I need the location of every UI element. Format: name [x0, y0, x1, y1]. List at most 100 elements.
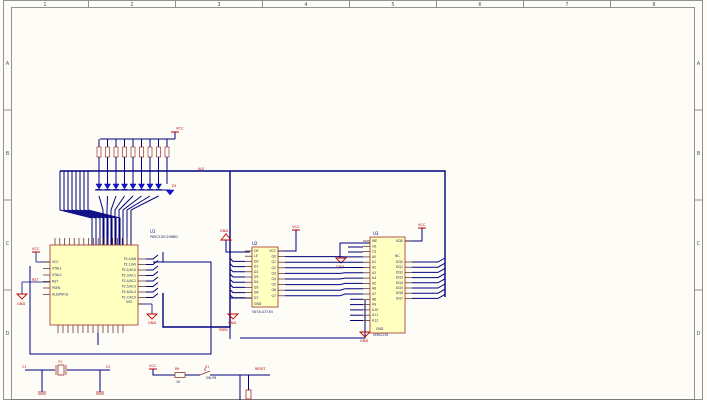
u3-pin-a9: A9: [372, 303, 376, 307]
u3-part: HM62256: [373, 333, 388, 337]
led-diode-icon: [130, 184, 136, 189]
p1-wire: [127, 196, 150, 245]
c1-label: C1: [22, 365, 26, 369]
frame-row-left-A: A: [6, 61, 10, 67]
led-diode-icon: [139, 184, 145, 189]
addr-lo-wire: [285, 278, 363, 279]
led-diode-icon: [105, 184, 111, 189]
gnd-label-u2: GND: [228, 321, 236, 325]
u3-pin-dq3: DQ3: [396, 276, 403, 280]
addr-hi-wire: [146, 266, 158, 270]
u3-pin-vdd: VDD: [396, 239, 404, 243]
u1-right-pins: P2.0/A8P2.1/A9P2.2/A10P2.3/A11P2.4/A12P2…: [122, 255, 158, 300]
s1-label: S1: [205, 365, 209, 369]
addr-hi-wire: [146, 261, 158, 265]
led-diode-icon: [147, 184, 153, 189]
u2-pin-d7: D7: [254, 296, 258, 300]
u3-pin-a1: A1: [372, 260, 376, 264]
gnd-symbol-u2-oe: GND: [220, 229, 250, 252]
gnd-label-u1: GND: [148, 321, 156, 325]
u2-pin-d4: D4: [254, 280, 258, 284]
u3-pin-a6: A6: [372, 287, 376, 291]
addr-lo-wire: [285, 289, 363, 291]
vcc-symbol-top: VCC: [171, 127, 184, 133]
u3-pin-a4: A4: [372, 276, 376, 280]
u2-pin-q7: Q7: [271, 294, 276, 298]
vcc-label-u2: VCC: [292, 225, 300, 229]
oscillator-circuit: Y1 C1 C2: [22, 360, 110, 394]
vcc-label-u1: VCC: [32, 247, 40, 251]
gnd-label-u2-oe: GND: [220, 229, 228, 233]
resistor: [106, 147, 110, 157]
u1-pin-psen: PSEN: [52, 286, 61, 290]
u2-pin-q6: Q6: [271, 288, 276, 292]
u2-pin-d0: D0: [254, 259, 258, 263]
u2-pin-vcc: VCC: [269, 249, 276, 253]
u3-pin-dq2: DQ2: [396, 270, 403, 274]
u1-pin-p2-5-a13: P2.5/A13: [122, 285, 136, 289]
u3-pin-a8: A8: [372, 297, 376, 301]
led-diode-icon: [166, 190, 174, 195]
schematic-sheet: 12345678AABBCCDD D1 VCC VCC: [0, 0, 707, 400]
d-bus-wire: [230, 279, 245, 282]
u2-latch: U2 SN74LS373N OELED0D1D2D3D4D5D6D7 VCCQ0…: [245, 241, 285, 314]
u1-pin-p2-6-a14: P2.6/A14: [122, 290, 136, 294]
u3-pin-oe: OE: [372, 244, 377, 248]
u3-pin-dq0: DQ0: [396, 260, 403, 264]
vcc-symbol-u2: VCC: [278, 225, 300, 251]
addr-hi-wire: [146, 288, 158, 292]
u2-pin-q3: Q3: [271, 271, 276, 275]
resistor: [123, 147, 127, 157]
vcc-symbol-u1: VCC: [32, 247, 50, 262]
u2-pin-d6: D6: [254, 291, 258, 295]
frame-row-left-D: D: [6, 331, 10, 337]
u2-part: SN74LS373N: [252, 310, 273, 314]
frame-row-right-D: D: [697, 331, 701, 337]
u2-pin-d5: D5: [254, 285, 258, 289]
u1-pin-xtal2: XTAL2: [52, 273, 62, 277]
u3-pin-a12: A12: [372, 319, 378, 323]
u1-vss-label: VSS: [126, 300, 132, 304]
u2-pin-le: LE: [254, 254, 258, 258]
p1-wire: [107, 196, 108, 245]
frame-col-2: 2: [130, 2, 133, 8]
frame-col-7: 7: [565, 2, 568, 8]
u1-pin-p2-1-a9: P2.1/A9: [124, 263, 136, 267]
u3-pin-a10: A10: [372, 308, 378, 312]
resistor: [131, 147, 135, 157]
resistor: [157, 147, 161, 157]
u2-gnd-label: GND: [254, 302, 262, 306]
addr-hi-wire: [146, 255, 158, 259]
addr-hi-wire: [146, 272, 158, 276]
u3-pin-dq6: DQ6: [396, 291, 403, 295]
u2-pin-q1: Q1: [271, 260, 276, 264]
u2-pin-q2: Q2: [271, 266, 276, 270]
u1-ref: U1: [150, 229, 156, 234]
resistor: [114, 147, 118, 157]
vcc-label-reset: VCC: [149, 364, 157, 368]
u3-sram: U3 HM62256 NC GND WEOECSA0A1A2A3A4A5A6A7…: [363, 231, 412, 337]
u3-ref: U3: [373, 231, 379, 236]
port0-wires: [60, 171, 159, 245]
d-bus-wire: [230, 264, 245, 267]
vcc-symbol-reset: VCC: [149, 364, 175, 375]
u3-pin-dq1: DQ1: [396, 265, 403, 269]
u2-pin-oe: OE: [254, 249, 259, 253]
frame-row-left-B: B: [6, 151, 10, 157]
frame-col-1: 1: [43, 2, 46, 8]
frame-row-right-A: A: [697, 61, 701, 67]
d-bus-wire: [230, 258, 245, 261]
resistor: [97, 147, 101, 157]
net-label-ale-top: ALE: [198, 167, 204, 171]
resistor: [148, 147, 152, 157]
dq-wire: [412, 289, 445, 293]
u3-nc-label: NC: [395, 254, 400, 258]
addr-lo-wire: [285, 273, 363, 274]
u1-pin-p2-2-a10: P2.2/A10: [122, 268, 136, 272]
vcc-label-top: VCC: [176, 127, 184, 131]
led-diode-icon: [96, 184, 102, 189]
c2-label: C2: [106, 365, 110, 369]
frame-col-8: 8: [652, 2, 655, 8]
u1-bottom-pins: [58, 325, 123, 345]
frame-row-right-B: B: [697, 151, 701, 157]
